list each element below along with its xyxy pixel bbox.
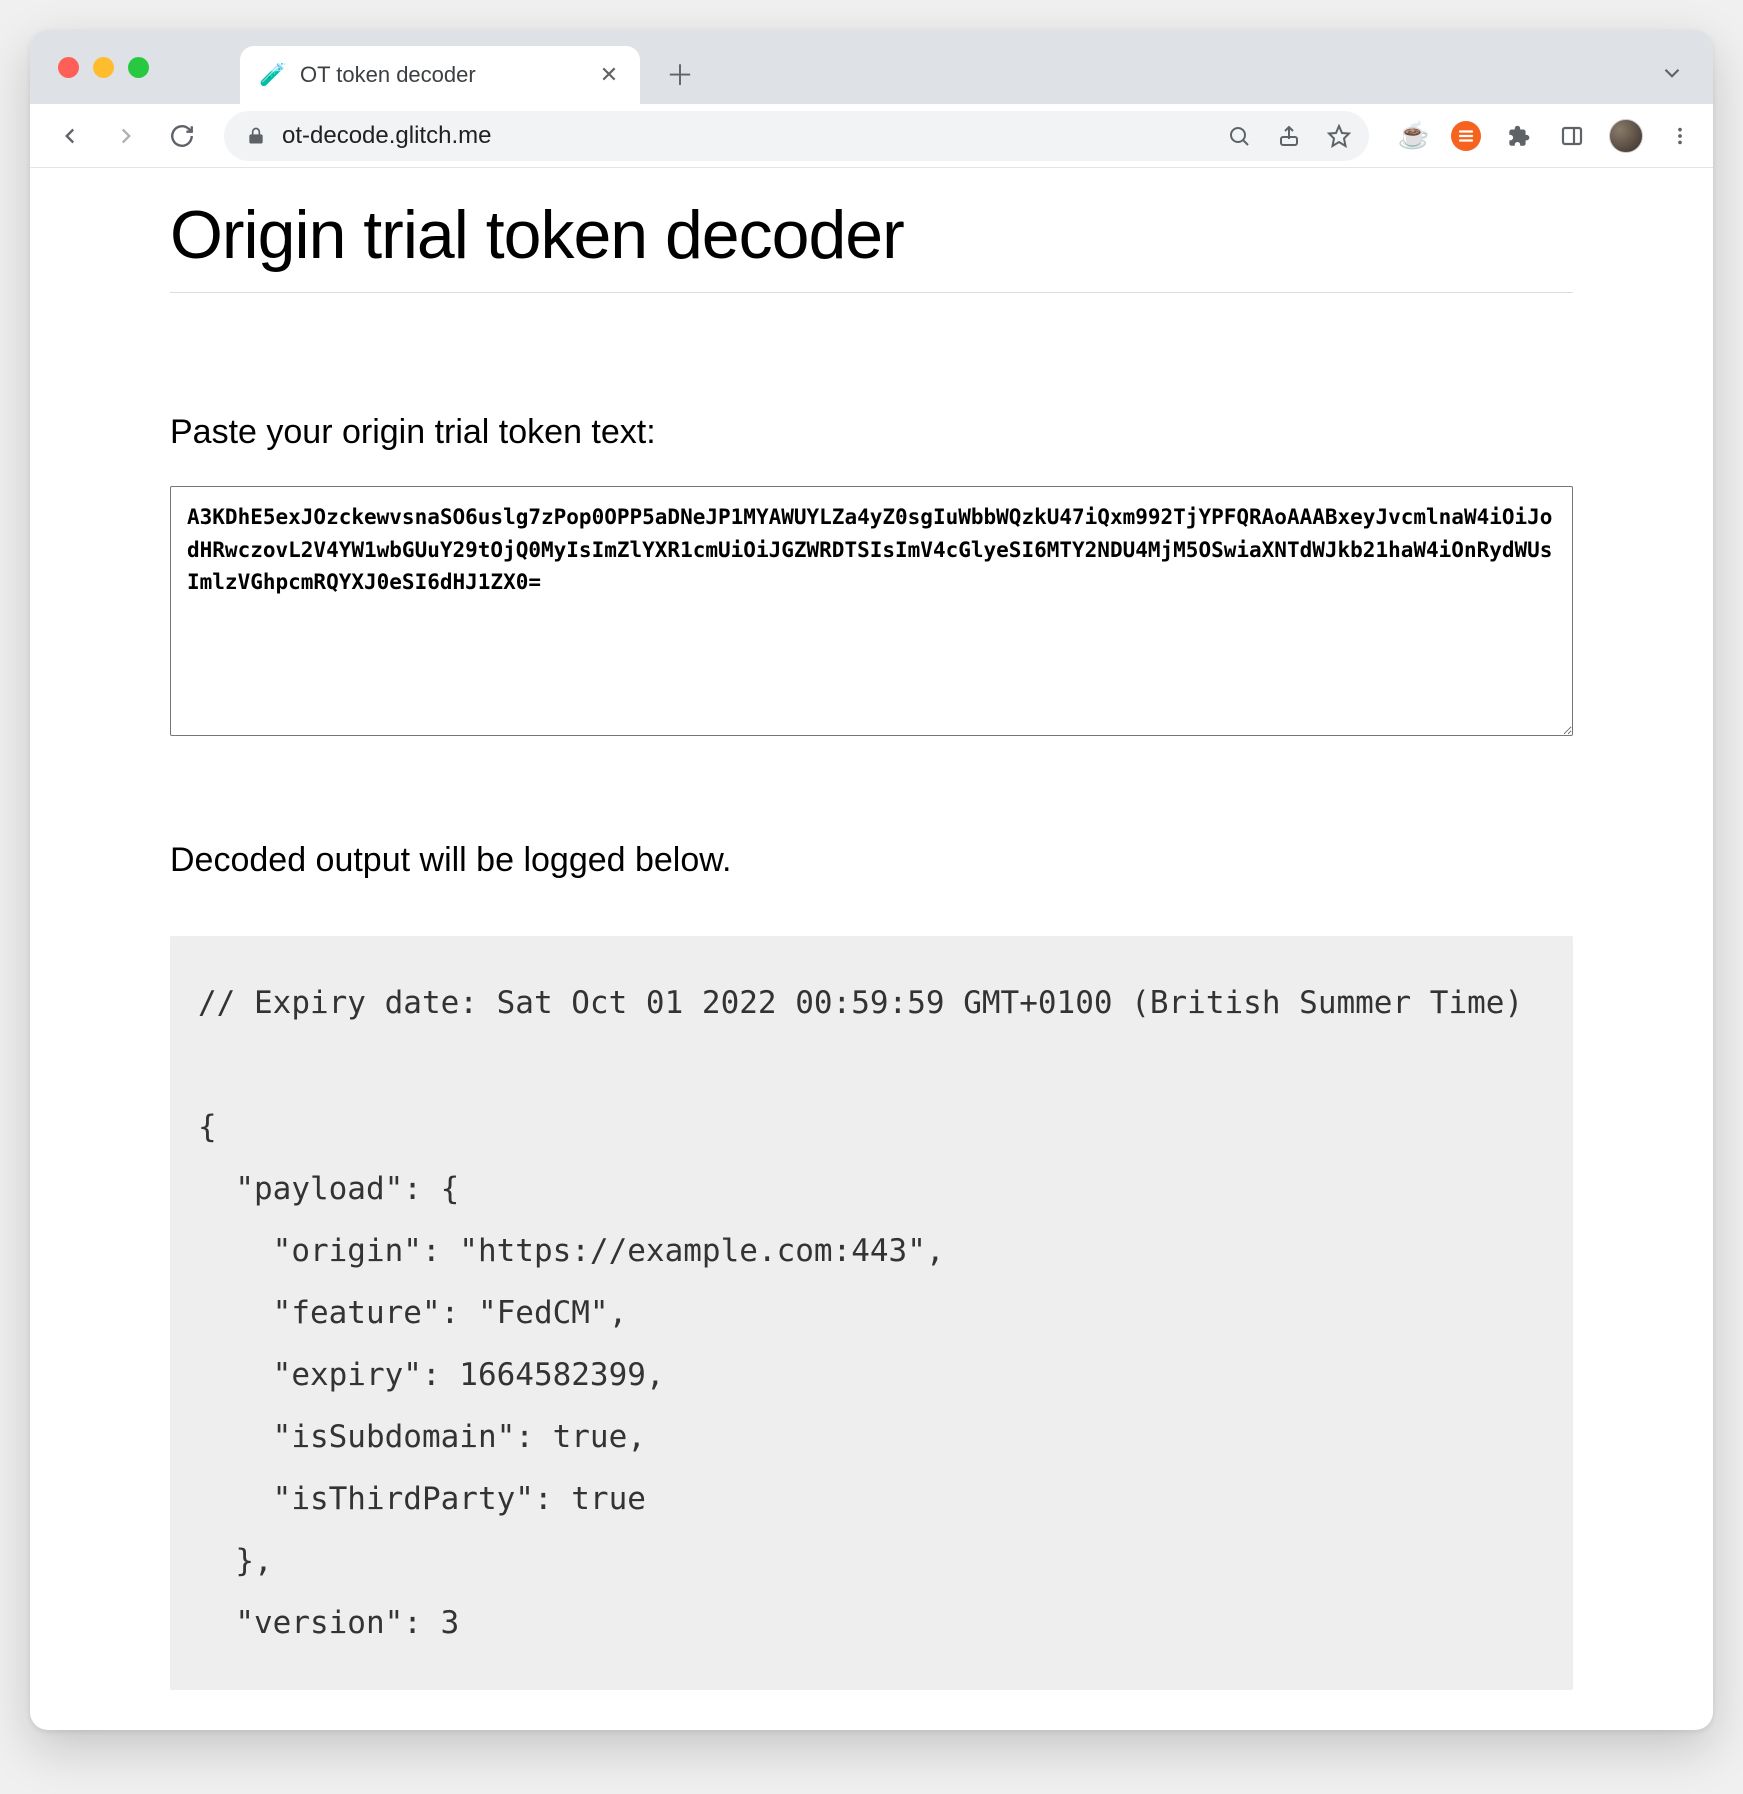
tabs: 🧪 OT token decoder ✕ ＋ bbox=[240, 30, 702, 104]
new-tab-button[interactable]: ＋ bbox=[658, 52, 702, 96]
lock-icon bbox=[246, 126, 266, 146]
bookmark-star-icon[interactable] bbox=[1325, 122, 1353, 150]
token-input-label: Paste your origin trial token text: bbox=[170, 413, 1573, 452]
orange-circle-extension-icon[interactable] bbox=[1451, 121, 1481, 151]
window-controls bbox=[58, 57, 149, 78]
omnibox-actions bbox=[1225, 122, 1353, 150]
extension-icons: ☕ bbox=[1397, 119, 1697, 153]
browser-window: 🧪 OT token decoder ✕ ＋ ot-decode.glitch.… bbox=[30, 30, 1713, 1730]
minimize-window-button[interactable] bbox=[93, 57, 114, 78]
url-text: ot-decode.glitch.me bbox=[282, 122, 1209, 150]
profile-avatar[interactable] bbox=[1609, 119, 1643, 153]
tab-bar: 🧪 OT token decoder ✕ ＋ bbox=[30, 30, 1713, 104]
extensions-puzzle-icon[interactable] bbox=[1501, 119, 1535, 153]
tab-active[interactable]: 🧪 OT token decoder ✕ bbox=[240, 46, 640, 104]
address-bar[interactable]: ot-decode.glitch.me bbox=[224, 111, 1369, 161]
close-tab-button[interactable]: ✕ bbox=[596, 62, 622, 88]
page-content: Origin trial token decoder Paste your or… bbox=[30, 168, 1713, 1730]
reload-button[interactable] bbox=[158, 112, 206, 160]
coffee-extension-icon[interactable]: ☕ bbox=[1397, 119, 1431, 153]
favicon-icon: 🧪 bbox=[260, 62, 286, 88]
page-title: Origin trial token decoder bbox=[170, 196, 1573, 293]
close-window-button[interactable] bbox=[58, 57, 79, 78]
toolbar: ot-decode.glitch.me ☕ bbox=[30, 104, 1713, 168]
share-icon[interactable] bbox=[1275, 122, 1303, 150]
tab-list-dropdown[interactable] bbox=[1655, 56, 1689, 90]
tab-title: OT token decoder bbox=[300, 62, 582, 88]
forward-button[interactable] bbox=[102, 112, 150, 160]
search-icon[interactable] bbox=[1225, 122, 1253, 150]
back-button[interactable] bbox=[46, 112, 94, 160]
side-panel-icon[interactable] bbox=[1555, 119, 1589, 153]
fullscreen-window-button[interactable] bbox=[128, 57, 149, 78]
decoded-output: // Expiry date: Sat Oct 01 2022 00:59:59… bbox=[170, 936, 1573, 1690]
token-input[interactable] bbox=[170, 486, 1573, 736]
output-label: Decoded output will be logged below. bbox=[170, 841, 1573, 880]
menu-dots-icon[interactable] bbox=[1663, 119, 1697, 153]
